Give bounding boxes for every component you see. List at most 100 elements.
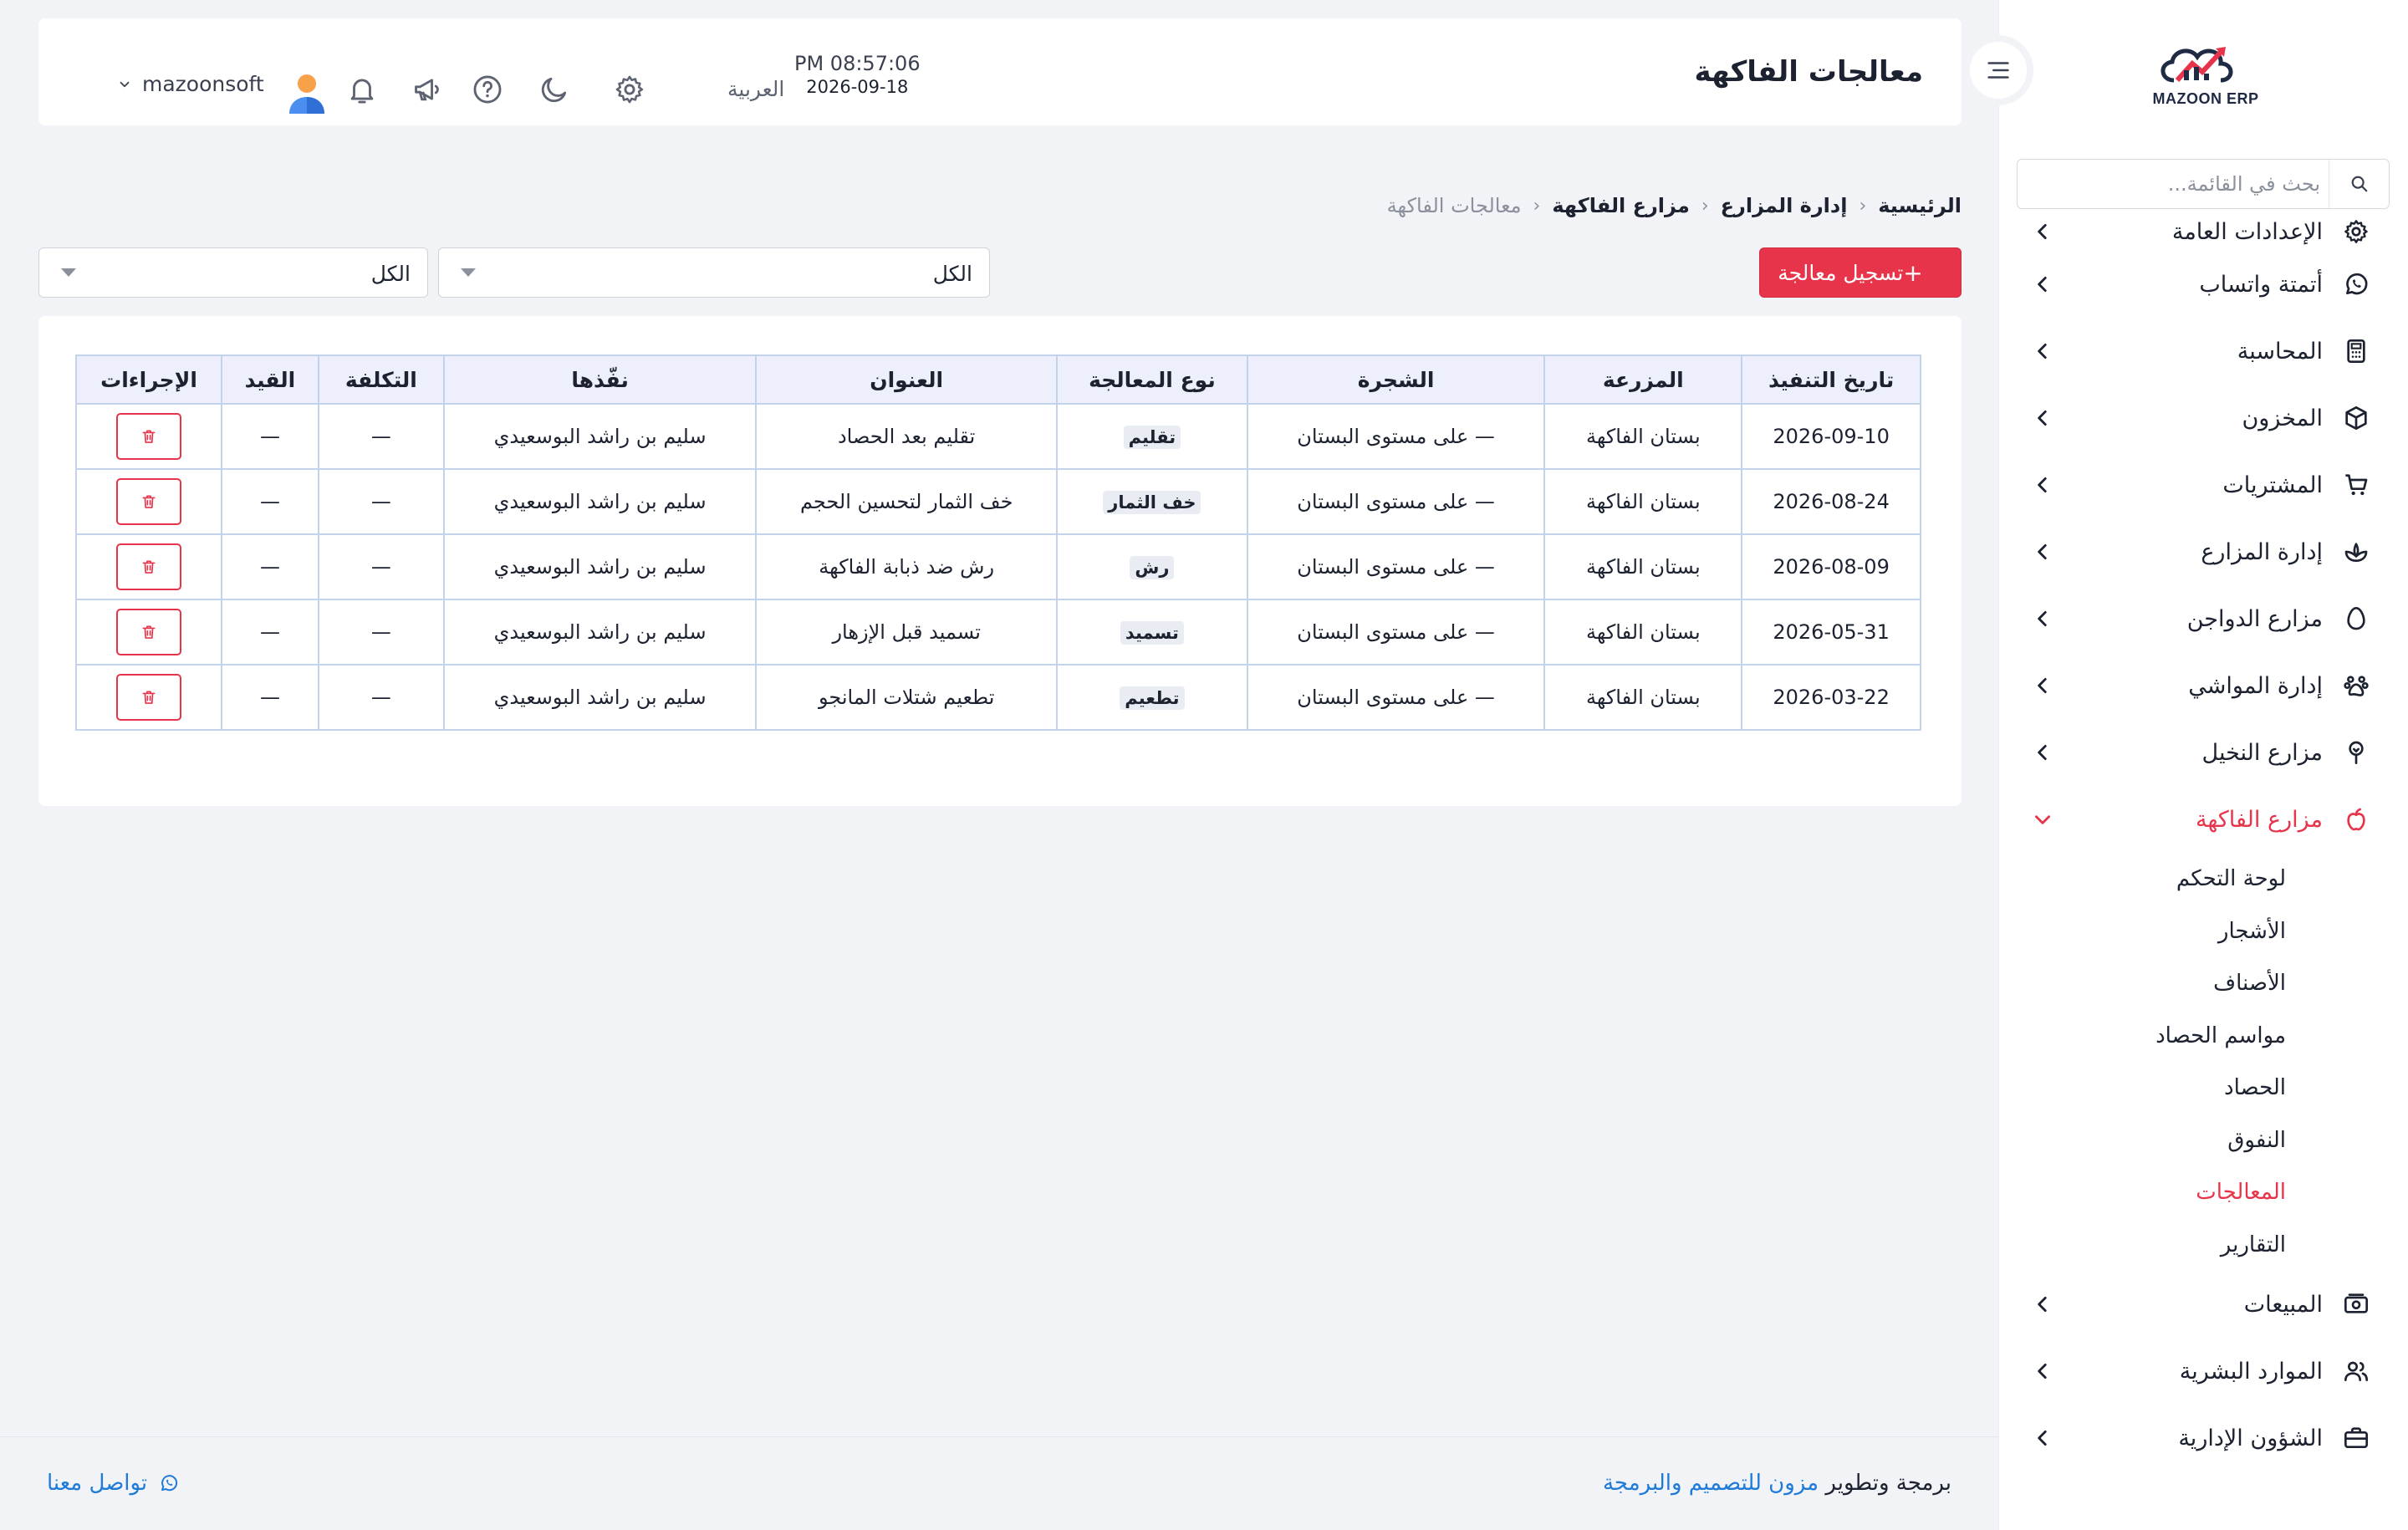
table-row: 2026-05-31 بستان الفاكهة — على مستوى الب… <box>75 599 1921 666</box>
sidebar-toggle-button[interactable] <box>1963 35 2033 105</box>
cell-title: رش ضد ذبابة الفاكهة <box>755 533 1058 600</box>
language-switch[interactable]: العربية <box>727 77 784 101</box>
cell-actions <box>75 468 222 535</box>
register-icon <box>2341 1289 2371 1319</box>
breadcrumb-fruit-farms[interactable]: مزارع الفاكهة <box>1552 194 1689 217</box>
notification-bell-icon[interactable] <box>344 72 380 107</box>
breadcrumb-home[interactable]: الرئيسية <box>1878 194 1962 217</box>
box-icon <box>2341 403 2371 433</box>
sidebar-item-poultry-farms[interactable]: مزارع الدواجن <box>1998 585 2408 652</box>
help-icon[interactable] <box>470 72 505 107</box>
brand-logo[interactable]: MAZOON ERP <box>2130 33 2281 117</box>
user-menu[interactable]: mazoonsoft <box>117 72 264 96</box>
submenu-item-reports[interactable]: التقارير <box>1998 1219 2286 1272</box>
cell-date: 2026-03-22 <box>1741 664 1921 731</box>
column-header[interactable]: العنوان <box>755 354 1058 405</box>
caret-down-icon <box>461 268 476 277</box>
delete-button[interactable] <box>115 543 181 590</box>
cell-cost: — <box>317 403 445 470</box>
submenu-item-harvest-seasons[interactable]: مواسم الحصاد <box>1998 1010 2286 1063</box>
settings-gear-icon[interactable] <box>612 72 647 107</box>
cart-icon <box>2341 470 2371 500</box>
chevron-left-icon <box>2032 1360 2053 1382</box>
contact-us-link[interactable]: تواصل معنا <box>47 1471 179 1496</box>
cell-entry: — <box>220 664 319 731</box>
dark-mode-moon-icon[interactable] <box>537 72 572 107</box>
cell-tree: — على مستوى البستان <box>1246 664 1546 731</box>
table-row: 2026-08-24 بستان الفاكهة — على مستوى الب… <box>75 468 1921 535</box>
sidebar-item-whatsapp[interactable]: أتمتة واتساب <box>1998 251 2408 318</box>
sidebar-search-input[interactable] <box>2034 160 2320 208</box>
cell-entry: — <box>220 468 319 535</box>
delete-button[interactable] <box>115 674 181 721</box>
cell-actions <box>75 403 222 470</box>
submenu-item-varieties[interactable]: الأصناف <box>1998 957 2286 1010</box>
submenu-item-treatments[interactable]: المعالجات <box>1998 1166 2286 1219</box>
chevron-left-icon <box>2032 221 2053 242</box>
treatment-type-badge: تطعيم <box>1120 686 1185 710</box>
page-title: معالجات الفاكهة <box>1694 55 1923 89</box>
sidebar-item-farm-management[interactable]: إدارة المزارع <box>1998 518 2408 585</box>
column-header[interactable]: تاريخ التنفيذ <box>1741 354 1921 405</box>
column-header[interactable]: الشجرة <box>1246 354 1546 405</box>
column-header[interactable]: المزرعة <box>1543 354 1743 405</box>
column-header[interactable]: التكلفة <box>317 354 445 405</box>
whatsapp-icon <box>2341 269 2371 299</box>
chevron-left-icon <box>2032 1293 2053 1315</box>
sidebar-item-general-settings[interactable]: الإعدادات العامة <box>1998 212 2408 251</box>
sidebar-item-label: إدارة المواشي <box>2188 672 2323 699</box>
sidebar-item-sales[interactable]: المبيعات <box>1998 1271 2408 1338</box>
logo-mark-icon <box>2161 47 2233 83</box>
filter-select-1[interactable]: الكل <box>438 247 990 298</box>
table-header-row: تاريخ التنفيذ المزرعة الشجرة نوع المعالج… <box>75 354 1921 405</box>
submenu-item-trees[interactable]: الأشجار <box>1998 905 2286 958</box>
search-icon[interactable] <box>2329 160 2389 208</box>
cell-title: خف الثمار لتحسين الحجم <box>755 468 1058 535</box>
chevron-down-icon <box>117 77 132 92</box>
filter-select-2[interactable]: الكل <box>38 247 428 298</box>
column-header[interactable]: نفّذها <box>442 354 758 405</box>
footer-credit: برمجة وتطوير مزون للتصميم والبرمجة <box>1603 1471 1951 1496</box>
cell-farm: بستان الفاكهة <box>1543 599 1743 666</box>
sidebar-item-palm-farms[interactable]: مزارع النخيل <box>1998 719 2408 786</box>
chevron-down-icon <box>2032 808 2053 830</box>
clock-date: 2026-09-18 <box>806 77 909 97</box>
treatment-type-badge: خف الثمار <box>1103 490 1201 514</box>
column-header[interactable]: نوع المعالجة <box>1055 354 1248 405</box>
cell-entry: — <box>220 533 319 600</box>
column-header[interactable]: القيد <box>220 354 319 405</box>
sidebar-item-accounting[interactable]: المحاسبة <box>1998 318 2408 385</box>
sidebar-item-purchases[interactable]: المشتريات <box>1998 451 2408 518</box>
trash-icon <box>142 625 156 639</box>
cell-entry: — <box>220 599 319 666</box>
add-treatment-button[interactable]: + تسجيل معالجة <box>1759 247 1962 298</box>
submenu-item-losses[interactable]: النفوق <box>1998 1114 2286 1167</box>
treatments-card: تاريخ التنفيذ المزرعة الشجرة نوع المعالج… <box>38 316 1962 806</box>
sidebar-item-human-resources[interactable]: الموارد البشرية <box>1998 1338 2408 1405</box>
sidebar-item-livestock[interactable]: إدارة المواشي <box>1998 652 2408 719</box>
plus-icon: + <box>1903 258 1923 287</box>
submenu-item-dashboard[interactable]: لوحة التحكم <box>1998 853 2286 905</box>
sidebar-item-fruit-farms[interactable]: مزارع الفاكهة <box>1998 786 2408 853</box>
sidebar-item-label: إدارة المزارع <box>2201 538 2323 565</box>
delete-button[interactable] <box>115 413 181 460</box>
credit-link[interactable]: مزون للتصميم والبرمجة <box>1603 1471 1819 1496</box>
sidebar-item-label: المبيعات <box>2243 1291 2323 1318</box>
cell-type: تسميد <box>1055 599 1248 666</box>
megaphone-icon[interactable] <box>410 72 445 107</box>
avatar[interactable] <box>288 72 326 115</box>
sidebar-item-administrative-affairs[interactable]: الشؤون الإدارية <box>1998 1405 2408 1471</box>
whatsapp-icon <box>159 1473 179 1493</box>
menu-toggle-icon <box>1987 62 2009 79</box>
cell-date: 2026-09-10 <box>1741 403 1921 470</box>
cell-type: خف الثمار <box>1055 468 1248 535</box>
delete-button[interactable] <box>115 478 181 525</box>
chevron-left-icon <box>2032 608 2053 630</box>
delete-button[interactable] <box>115 609 181 655</box>
sidebar-item-inventory[interactable]: المخزون <box>1998 385 2408 451</box>
breadcrumb-farm-management[interactable]: إدارة المزارع <box>1721 194 1848 217</box>
submenu-item-harvest[interactable]: الحصاد <box>1998 1062 2286 1114</box>
column-header: الإجراءات <box>75 354 222 405</box>
table-row: 2026-09-10 بستان الفاكهة — على مستوى الب… <box>75 403 1921 470</box>
sidebar: MAZOON ERP الإعدادات العامة أتمتة واتساب <box>1998 0 2408 1530</box>
